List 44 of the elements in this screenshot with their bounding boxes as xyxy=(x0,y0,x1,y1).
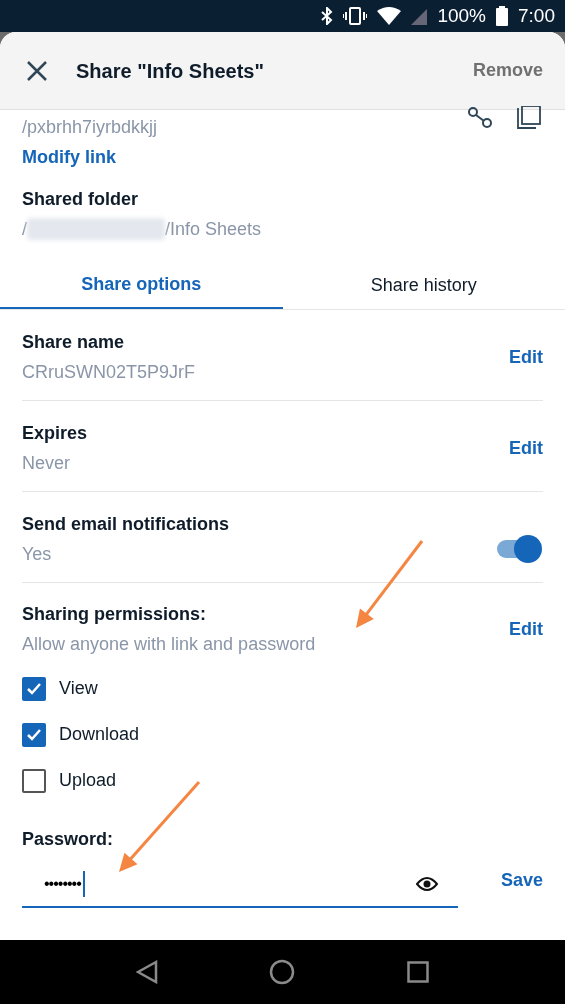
home-icon[interactable] xyxy=(269,959,296,985)
dialog-title: Share "Info Sheets" xyxy=(76,58,265,84)
edit-button[interactable]: Edit xyxy=(509,434,543,462)
tab[interactable]: Share options xyxy=(0,262,283,309)
setting-value: Yes xyxy=(22,543,53,566)
back-icon[interactable] xyxy=(135,960,158,984)
edit-button[interactable]: Edit xyxy=(509,343,543,371)
vibrate-icon xyxy=(343,7,368,25)
field-label: Password: xyxy=(22,828,115,851)
section-label: Shared folder xyxy=(22,188,140,211)
toggle-switch[interactable] xyxy=(495,534,543,564)
battery-icon xyxy=(496,6,508,26)
setting-label: Share name xyxy=(22,331,126,354)
setting-value: Allow anyone with link and password xyxy=(22,633,317,656)
checkbox-label: Upload xyxy=(59,769,117,792)
checkbox-label: View xyxy=(59,677,98,700)
setting-label: Send email notifications xyxy=(22,513,231,536)
edit-button[interactable]: Edit xyxy=(509,615,543,643)
setting-value: Never xyxy=(22,452,71,475)
modify-link[interactable]: Modify link xyxy=(22,144,543,170)
share-icon[interactable] xyxy=(467,106,495,130)
checkbox[interactable] xyxy=(22,722,46,747)
setting-label: Sharing permissions: xyxy=(22,603,208,626)
save-button[interactable]: Save xyxy=(500,866,543,894)
folder-path-start: / xyxy=(22,218,27,241)
password-field[interactable]: •••••••• xyxy=(22,862,458,908)
checkbox[interactable] xyxy=(22,676,46,701)
battery-level: 100% xyxy=(437,3,486,28)
close-icon[interactable] xyxy=(26,59,48,82)
copy-icon[interactable] xyxy=(516,106,542,130)
signal-icon xyxy=(411,7,428,25)
wifi-icon xyxy=(377,7,402,25)
checkbox[interactable] xyxy=(22,768,46,793)
setting-value: CRruSWN02T5P9JrF xyxy=(22,361,197,384)
folder-path-end: /Info Sheets xyxy=(165,218,262,241)
setting-label: Expires xyxy=(22,422,89,445)
recents-icon[interactable] xyxy=(407,961,430,983)
remove-button[interactable]: Remove xyxy=(472,57,543,84)
clock: 7:00 xyxy=(518,3,555,28)
tab[interactable]: Share history xyxy=(282,262,565,309)
password-value: •••••••• xyxy=(44,874,81,894)
bluetooth-icon xyxy=(321,7,334,25)
checkbox-label: Download xyxy=(59,723,140,746)
eye-icon[interactable] xyxy=(416,876,438,892)
